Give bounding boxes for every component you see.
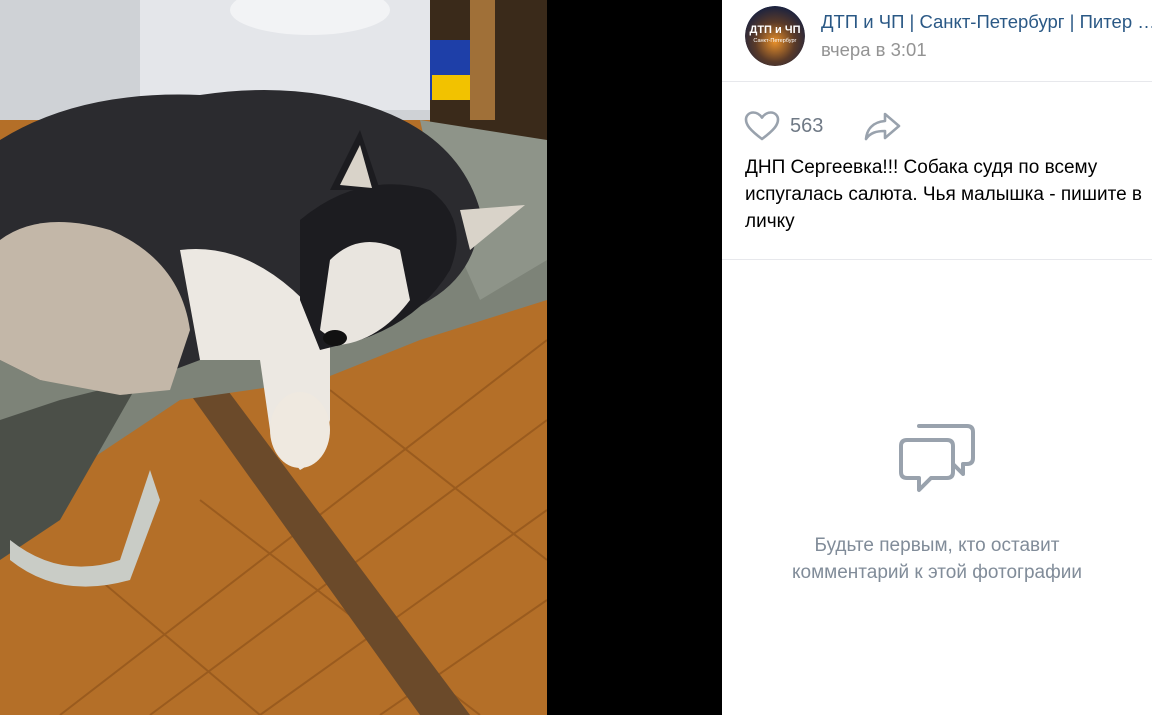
comments-empty-state: Будьте первым, кто оставит комментарий к… (722, 420, 1152, 586)
svg-text:ДТП и ЧП: ДТП и ЧП (750, 24, 801, 36)
post-header: ДТП и ЧП Санкт-Петербург ДТП и ЧП | Санк… (722, 0, 1152, 82)
heart-icon (744, 111, 780, 141)
svg-text:Санкт-Петербург: Санкт-Петербург (753, 38, 796, 44)
comments-empty-text: Будьте первым, кто оставит комментарий к… (722, 532, 1152, 586)
post-photo[interactable] (0, 0, 547, 715)
divider (722, 259, 1152, 260)
photo-viewer (0, 0, 722, 715)
group-avatar[interactable]: ДТП и ЧП Санкт-Петербург (745, 6, 805, 66)
comments-empty-line2: комментарий к этой фотографии (792, 562, 1082, 583)
post-date-link[interactable]: вчера в 3:01 (821, 39, 927, 61)
post-caption: ДНП Сергеевка!!! Собака судя по всему ис… (745, 157, 1143, 232)
post-side-panel: ДТП и ЧП Санкт-Петербург ДТП и ЧП | Санк… (722, 0, 1152, 715)
comments-icon (899, 424, 975, 492)
like-button[interactable]: 563 (744, 110, 823, 142)
husky-photo-illustration (0, 0, 547, 715)
share-button[interactable] (864, 110, 902, 147)
like-count: 563 (790, 114, 824, 137)
share-arrow-icon (864, 112, 901, 141)
post-actions: 563 (722, 100, 1152, 152)
author-name-link[interactable]: ДТП и ЧП | Санкт-Петербург | Питер Онлай… (821, 11, 1152, 33)
comments-empty-line1: Будьте первым, кто оставит (814, 535, 1060, 556)
group-logo-icon: ДТП и ЧП Санкт-Петербург (745, 6, 805, 66)
